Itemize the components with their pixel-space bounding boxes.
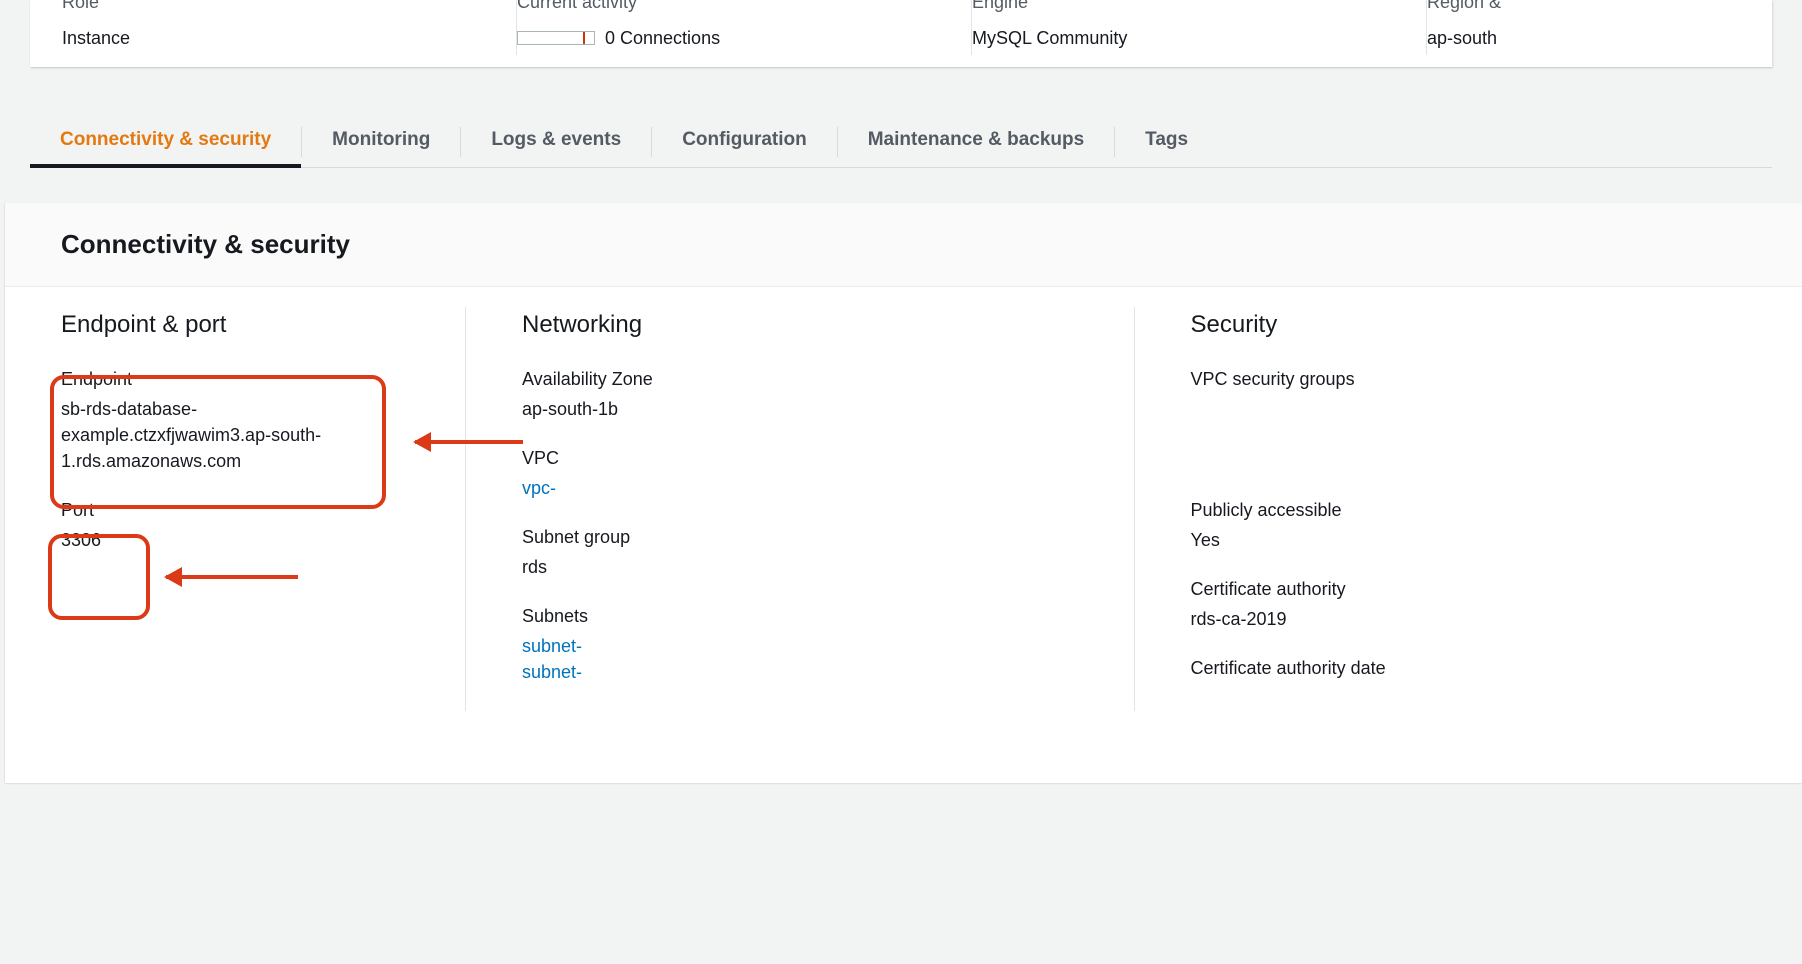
vpc-label: VPC xyxy=(522,448,1078,469)
field-subnet-group: Subnet group rds xyxy=(522,527,1078,580)
field-port: Port 3306 xyxy=(61,500,409,553)
port-value: 3306 xyxy=(61,527,409,553)
az-value: ap-south-1b xyxy=(522,396,1078,422)
summary-role-label: Role xyxy=(62,0,477,14)
summary-region-label: Region & xyxy=(1427,0,1501,14)
panel-header: Connectivity & security xyxy=(5,203,1802,287)
summary-col-engine: Engine MySQL Community xyxy=(972,0,1427,49)
summary-col-role: Role Instance xyxy=(62,0,517,49)
tab-connectivity-security[interactable]: Connectivity & security xyxy=(30,117,301,167)
connectivity-panel: Connectivity & security Endpoint & port … xyxy=(5,203,1802,783)
tab-tags[interactable]: Tags xyxy=(1115,117,1218,167)
summary-activity-text: 0 Connections xyxy=(605,28,720,49)
public-label: Publicly accessible xyxy=(1191,500,1747,521)
security-heading: Security xyxy=(1191,311,1747,339)
summary-region-value: ap-south xyxy=(1427,28,1501,49)
tab-logs-events[interactable]: Logs & events xyxy=(461,117,651,167)
public-value: Yes xyxy=(1191,527,1747,553)
field-vpc-sg: VPC security groups xyxy=(1191,369,1747,390)
endpoint-label: Endpoint xyxy=(61,369,409,390)
field-vpc: VPC vpc- xyxy=(522,448,1078,501)
tab-monitoring[interactable]: Monitoring xyxy=(302,117,460,167)
tab-bar: Connectivity & securityMonitoringLogs & … xyxy=(30,117,1772,168)
field-public: Publicly accessible Yes xyxy=(1191,500,1747,553)
tab-configuration[interactable]: Configuration xyxy=(652,117,837,167)
field-az: Availability Zone ap-south-1b xyxy=(522,369,1078,422)
summary-col-region: Region & ap-south xyxy=(1427,0,1541,49)
tab-maintenance-backups[interactable]: Maintenance & backups xyxy=(838,117,1114,167)
subnet-group-value: rds xyxy=(522,554,1078,580)
panel-title: Connectivity & security xyxy=(61,229,1746,260)
field-endpoint: Endpoint sb-rds-database-example.ctzxfjw… xyxy=(61,369,409,474)
field-subnets: Subnets subnet- subnet- xyxy=(522,606,1078,685)
field-ca-date: Certificate authority date xyxy=(1191,658,1747,679)
vpc-link[interactable]: vpc- xyxy=(522,478,556,498)
vpc-sg-label: VPC security groups xyxy=(1191,369,1747,390)
summary-role-value: Instance xyxy=(62,28,477,49)
summary-activity-value: 0 Connections xyxy=(517,28,932,49)
endpoint-value: sb-rds-database-example.ctzxfjwawim3.ap-… xyxy=(61,396,361,474)
connections-meter-icon xyxy=(517,31,595,45)
summary-activity-label: Current activity xyxy=(517,0,932,14)
col-endpoint-port: Endpoint & port Endpoint sb-rds-database… xyxy=(5,307,465,711)
panel-body: Endpoint & port Endpoint sb-rds-database… xyxy=(5,287,1802,721)
field-ca: Certificate authority rds-ca-2019 xyxy=(1191,579,1747,632)
details-tabs: Connectivity & securityMonitoringLogs & … xyxy=(30,117,1772,168)
az-label: Availability Zone xyxy=(522,369,1078,390)
subnet-group-label: Subnet group xyxy=(522,527,1078,548)
endpoint-port-heading: Endpoint & port xyxy=(61,311,409,339)
col-security: Security VPC security groups Publicly ac… xyxy=(1134,307,1802,711)
subnets-label: Subnets xyxy=(522,606,1078,627)
ca-label: Certificate authority xyxy=(1191,579,1747,600)
summary-col-activity: Current activity 0 Connections xyxy=(517,0,972,49)
ca-value: rds-ca-2019 xyxy=(1191,606,1747,632)
ca-date-label: Certificate authority date xyxy=(1191,658,1747,679)
networking-heading: Networking xyxy=(522,311,1078,339)
instance-summary-card: Role Instance Current activity 0 Connect… xyxy=(30,0,1772,67)
summary-engine-label: Engine xyxy=(972,0,1387,14)
summary-engine-value: MySQL Community xyxy=(972,28,1387,49)
subnet-link[interactable]: subnet- xyxy=(522,636,582,656)
subnet-link[interactable]: subnet- xyxy=(522,662,582,682)
port-label: Port xyxy=(61,500,409,521)
col-networking: Networking Availability Zone ap-south-1b… xyxy=(465,307,1134,711)
